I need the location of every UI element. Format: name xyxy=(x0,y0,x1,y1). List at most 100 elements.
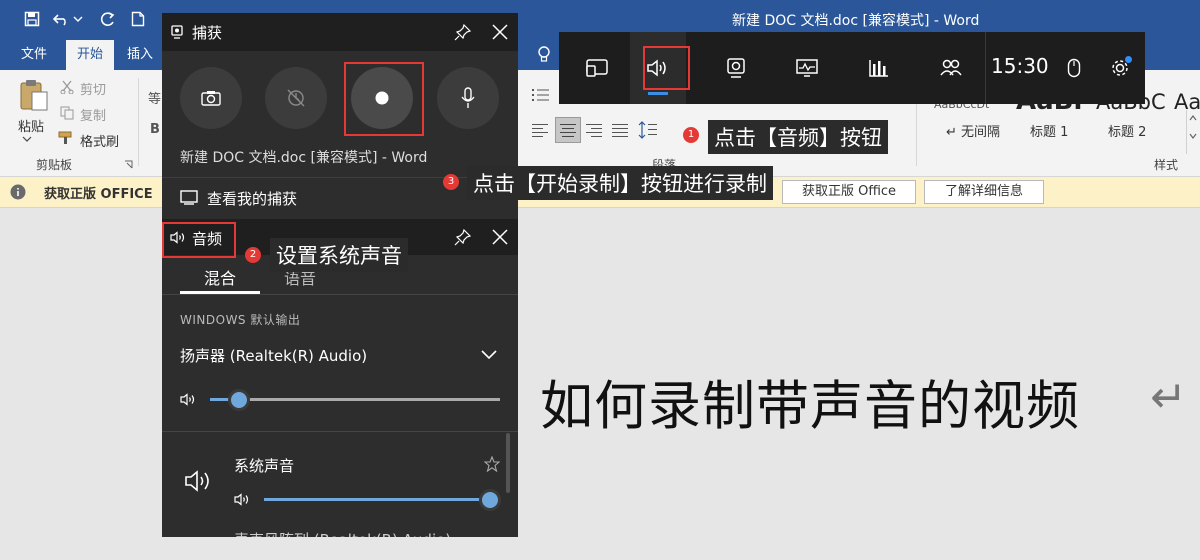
system-sounds-label: 系统声音 xyxy=(234,457,295,475)
copy-label[interactable]: 复制 xyxy=(80,105,106,124)
mouse-button[interactable] xyxy=(1049,32,1099,104)
learn-more-button[interactable]: 了解详细信息 xyxy=(924,180,1044,204)
document-heading[interactable]: 如何录制带声音的视频 xyxy=(540,364,1080,440)
format-painter-icon[interactable] xyxy=(58,131,74,145)
output-device-selector[interactable]: 扬声器 (Realtek(R) Audio) xyxy=(180,345,367,366)
capture-widget: 捕获 新建 DOC 文档.doc [兼容模式] - Word 查看我的捕获 xyxy=(162,13,518,219)
system-volume-fill xyxy=(264,498,490,501)
audio-widget-scrollbar[interactable] xyxy=(506,433,510,493)
style-label-heading1[interactable]: 标题 1 xyxy=(1030,121,1068,140)
mouse-icon xyxy=(1067,58,1081,78)
align-right-icon[interactable] xyxy=(586,123,602,137)
system-volume-icon xyxy=(234,493,250,506)
resources-button[interactable] xyxy=(851,32,907,104)
pin-icon[interactable] xyxy=(454,23,472,41)
styles-scrollbar[interactable] xyxy=(1186,110,1200,154)
cut-label[interactable]: 剪切 xyxy=(80,79,106,98)
justify-icon[interactable] xyxy=(612,123,628,137)
microphone-toggle-button[interactable] xyxy=(437,67,499,129)
window-title: 新建 DOC 文档.doc [兼容模式] - Word xyxy=(732,13,980,29)
close-icon[interactable] xyxy=(491,228,509,246)
callout-badge-3: 3 xyxy=(443,174,459,190)
paste-dropdown-icon[interactable] xyxy=(22,136,32,142)
screenshot-button[interactable] xyxy=(180,67,242,129)
default-output-section-label: WINDOWS 默认输出 xyxy=(180,313,301,327)
capture-widget-icon xyxy=(171,25,183,39)
settings-button[interactable] xyxy=(1095,32,1145,104)
master-volume-thumb[interactable] xyxy=(228,389,250,411)
capture-target-window: 新建 DOC 文档.doc [兼容模式] - Word xyxy=(180,150,428,166)
chevron-down-icon[interactable] xyxy=(480,349,498,361)
align-left-icon[interactable] xyxy=(532,123,548,137)
people-icon xyxy=(939,58,963,78)
tab-home[interactable]: 开始 xyxy=(66,40,114,70)
widget-menu-button[interactable] xyxy=(569,32,625,104)
record-last-30s-button[interactable] xyxy=(265,67,327,129)
callout-badge-2: 2 xyxy=(245,247,261,263)
cut-icon[interactable] xyxy=(60,80,74,94)
capture-icon xyxy=(725,57,747,79)
performance-icon xyxy=(795,58,819,78)
star-icon[interactable] xyxy=(484,456,500,472)
system-volume-thumb[interactable] xyxy=(479,489,501,511)
list-icon[interactable] xyxy=(532,88,550,102)
paragraph-mark: ↵ xyxy=(1150,372,1187,423)
redo-icon[interactable] xyxy=(98,9,118,29)
divider xyxy=(162,177,518,178)
callout-tip-1: 点击【音频】按钮 xyxy=(708,120,888,154)
callout-tip-2: 设置系统声音 xyxy=(270,238,408,272)
record-history-disabled-icon xyxy=(285,87,307,109)
line-spacing-icon[interactable] xyxy=(638,121,658,139)
new-document-icon[interactable] xyxy=(128,9,148,29)
capture-widget-title: 捕获 xyxy=(192,24,223,42)
style-label-heading2[interactable]: 标题 2 xyxy=(1108,121,1146,140)
clipboard-launcher-icon[interactable] xyxy=(124,160,133,169)
active-indicator xyxy=(648,92,668,95)
system-sounds-icon xyxy=(184,469,214,493)
format-painter-label[interactable]: 格式刷 xyxy=(80,131,119,150)
record-button-highlight xyxy=(344,62,424,136)
gamebar-divider xyxy=(985,32,986,104)
info-icon xyxy=(10,184,26,200)
divider xyxy=(162,294,518,295)
copy-icon[interactable] xyxy=(60,106,74,120)
next-device-label: 麦克风阵列 (Realtek(R) Audio) xyxy=(234,529,451,537)
styles-group-label: 样式 xyxy=(1154,158,1179,172)
lightbulb-icon[interactable] xyxy=(536,45,552,63)
divider xyxy=(162,431,518,432)
save-icon[interactable] xyxy=(22,9,42,29)
widget-menu-icon xyxy=(585,58,609,78)
bar-chart-icon xyxy=(868,58,890,78)
close-icon[interactable] xyxy=(491,23,509,41)
style-label-no-spacing[interactable]: ↵ 无间隔 xyxy=(946,121,1000,140)
clipboard-group-label: 剪贴板 xyxy=(36,158,73,172)
tab-file[interactable]: 文件 xyxy=(10,40,58,70)
ribbon-divider xyxy=(138,78,139,166)
clock: 15:30 xyxy=(991,54,1049,78)
callout-tip-3: 点击【开始录制】按钮进行录制 xyxy=(467,166,773,200)
tab-mix[interactable]: 混合 xyxy=(204,265,236,289)
get-genuine-office-button[interactable]: 获取正版 Office xyxy=(782,180,916,204)
undo-icon[interactable] xyxy=(52,9,72,29)
audio-button-highlight xyxy=(643,46,690,90)
bold-button-fragment: B xyxy=(150,122,160,137)
callout-badge-1: 1 xyxy=(683,127,699,143)
gallery-icon xyxy=(180,190,198,206)
audio-title-highlight xyxy=(162,222,236,258)
capture-widget-header: 捕获 xyxy=(162,13,518,51)
master-volume-track[interactable] xyxy=(210,398,500,401)
capture-button[interactable] xyxy=(708,32,764,104)
tab-insert[interactable]: 插入 xyxy=(118,40,162,70)
paste-icon[interactable] xyxy=(18,78,50,112)
master-volume-icon xyxy=(180,393,196,406)
align-center-icon[interactable] xyxy=(555,117,581,143)
view-my-captures-link[interactable]: 查看我的捕获 xyxy=(207,188,297,209)
social-button[interactable] xyxy=(923,32,979,104)
notification-dot xyxy=(1125,56,1132,63)
font-box-fragment: 等 xyxy=(148,92,162,107)
microphone-icon xyxy=(460,87,476,109)
pin-icon[interactable] xyxy=(454,228,472,246)
undo-dropdown-icon[interactable] xyxy=(72,9,84,29)
performance-button[interactable] xyxy=(779,32,835,104)
paste-label[interactable]: 粘贴 xyxy=(18,116,44,135)
